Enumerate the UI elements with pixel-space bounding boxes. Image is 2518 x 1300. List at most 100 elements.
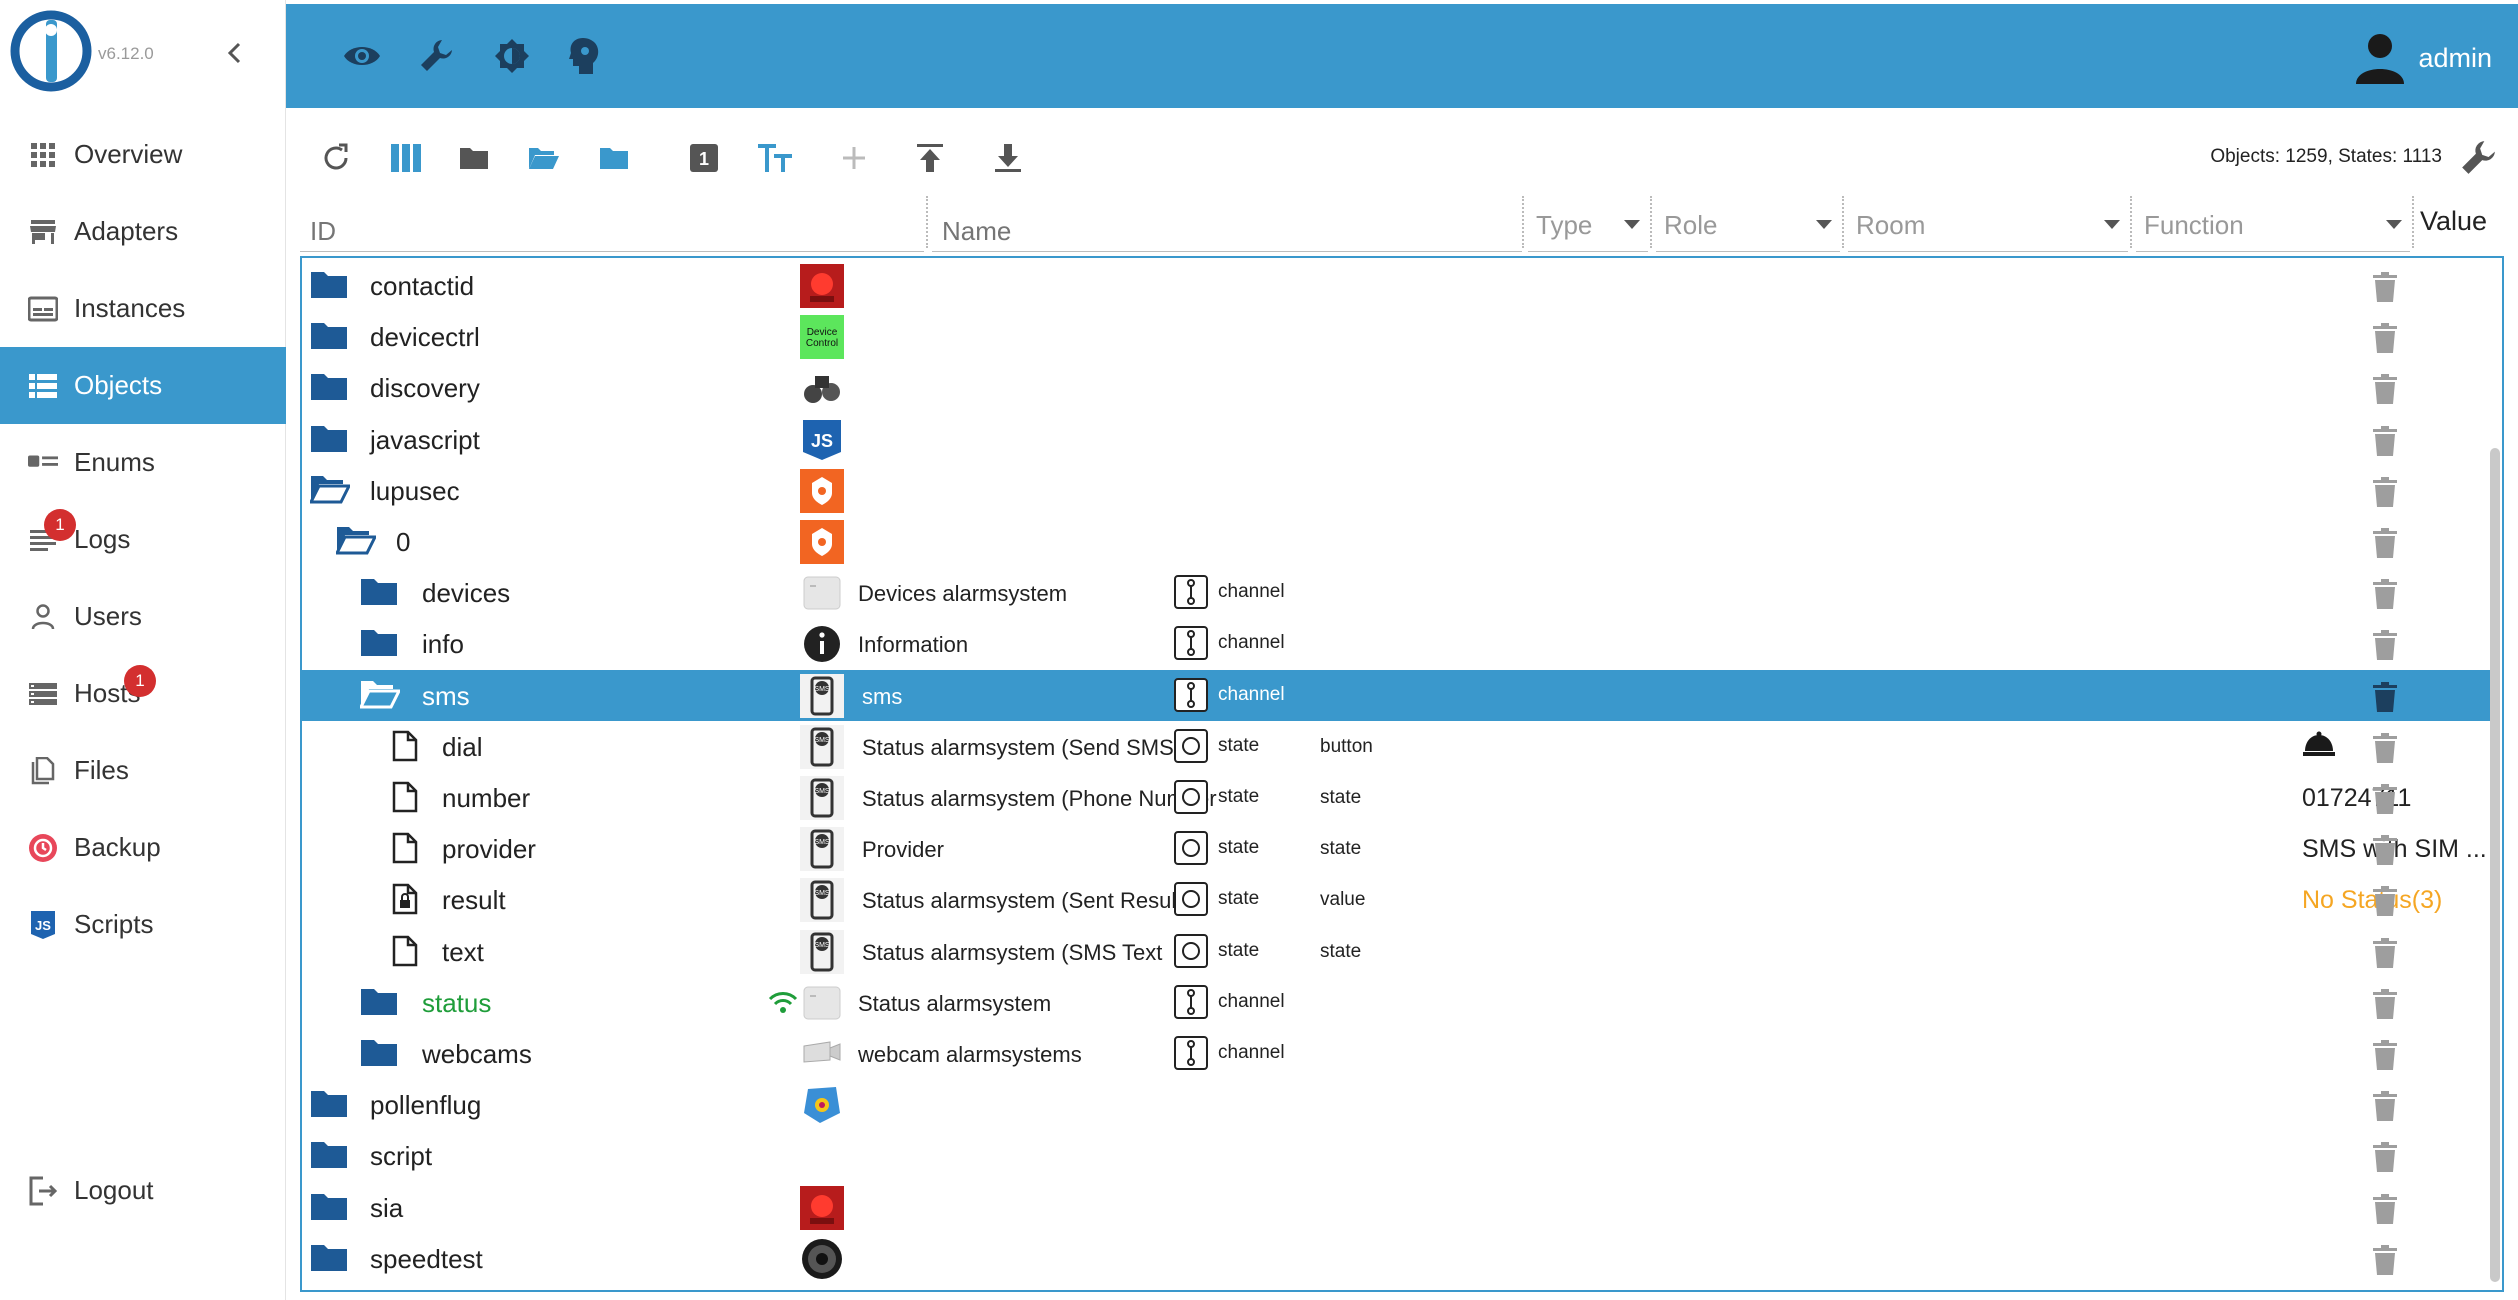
column-resize-handle[interactable]: [926, 196, 928, 248]
object-name[interactable]: Status alarmsystem: [858, 991, 1051, 1017]
tree-row[interactable]: status Status alarmsystem channel: [302, 977, 2500, 1028]
function-filter-select[interactable]: Function: [2136, 196, 2410, 252]
collapse-all-button[interactable]: [594, 138, 634, 178]
tree-row[interactable]: result SMS Status alarmsystem (Sent Result…: [302, 874, 2500, 925]
refresh-button[interactable]: [316, 138, 356, 178]
name-filter-input[interactable]: [932, 196, 1522, 252]
delete-icon[interactable]: [2372, 784, 2398, 814]
tree-row[interactable]: devicectrl Device Control: [302, 311, 2500, 362]
folder-icon[interactable]: [310, 423, 348, 455]
folder-button[interactable]: [454, 138, 494, 178]
column-resize-handle[interactable]: [2412, 196, 2414, 248]
delete-icon[interactable]: [2372, 425, 2398, 456]
folder-open-icon[interactable]: [308, 474, 352, 506]
eye-icon[interactable]: [342, 36, 382, 76]
tree-row[interactable]: script: [302, 1130, 2500, 1181]
object-name[interactable]: Status alarmsystem (Sent Result: [862, 888, 1182, 914]
file-icon[interactable]: [392, 832, 430, 864]
column-resize-handle[interactable]: [1650, 196, 1652, 248]
text-size-button[interactable]: [756, 138, 796, 178]
folder-icon[interactable]: [310, 1191, 348, 1223]
sidebar-item-files[interactable]: Files: [0, 732, 286, 809]
column-resize-handle[interactable]: [1842, 196, 1844, 248]
tree-row[interactable]: number SMS Status alarmsystem (Phone Numbe…: [302, 772, 2500, 823]
tree-row[interactable]: lupusec: [302, 465, 2500, 516]
tree-row[interactable]: discovery: [302, 362, 2500, 413]
logout-button[interactable]: Logout: [0, 1152, 286, 1229]
sidebar-item-scripts[interactable]: JS Scripts: [0, 886, 286, 963]
theme-brightness-icon[interactable]: [492, 36, 532, 76]
folder-icon[interactable]: [310, 1139, 348, 1171]
delete-icon[interactable]: [2372, 579, 2398, 610]
room-filter-select[interactable]: Room: [1848, 196, 2128, 252]
role-filter-select[interactable]: Role: [1656, 196, 1840, 252]
delete-icon[interactable]: [2372, 886, 2398, 917]
bell-icon[interactable]: [2302, 731, 2336, 761]
sidebar-item-overview[interactable]: Overview: [0, 116, 286, 193]
collapse-sidebar-button[interactable]: [222, 40, 248, 66]
folder-open-icon[interactable]: [334, 525, 378, 557]
file-lock-icon[interactable]: [392, 883, 430, 915]
add-object-button[interactable]: [834, 138, 874, 178]
delete-icon[interactable]: [2372, 937, 2398, 968]
sidebar-item-logs[interactable]: Logs 1: [0, 501, 286, 578]
folder-icon[interactable]: [310, 269, 348, 301]
delete-icon[interactable]: [2372, 1244, 2398, 1275]
sidebar-item-backup[interactable]: Backup: [0, 809, 286, 886]
delete-icon[interactable]: [2372, 835, 2398, 866]
expand-all-button[interactable]: [524, 138, 564, 178]
delete-icon[interactable]: [2372, 1040, 2398, 1070]
tree-row[interactable]: text SMS Status alarmsystem (SMS Text state…: [302, 926, 2500, 977]
expert-mode-head-icon[interactable]: [564, 36, 604, 76]
delete-icon[interactable]: [2372, 732, 2398, 763]
table-settings-button[interactable]: [2456, 136, 2500, 180]
folder-open-icon[interactable]: [358, 679, 402, 711]
delete-icon[interactable]: [2372, 374, 2398, 405]
object-name[interactable]: Devices alarmsystem: [858, 581, 1067, 607]
tree-row[interactable]: devices Devices alarmsystem channel: [302, 567, 2500, 618]
delete-icon[interactable]: [2372, 528, 2398, 558]
sidebar-item-hosts[interactable]: Hosts 1: [0, 655, 286, 732]
delete-icon[interactable]: [2372, 988, 2398, 1019]
type-filter-select[interactable]: Type: [1528, 196, 1648, 252]
tree-row[interactable]: providerSMSProviderstatestateSMS with SI…: [302, 823, 2500, 874]
folder-icon[interactable]: [310, 320, 348, 352]
object-name[interactable]: sms: [862, 684, 902, 710]
tree-row[interactable]: sms SMS sms channel: [302, 669, 2500, 721]
folder-icon[interactable]: [310, 1088, 348, 1120]
iobroker-logo[interactable]: [10, 10, 92, 92]
delete-icon[interactable]: [2372, 272, 2398, 302]
tree-row[interactable]: sia: [302, 1182, 2500, 1233]
sidebar-item-users[interactable]: Users: [0, 578, 286, 655]
delete-icon[interactable]: [2372, 681, 2398, 712]
wrench-icon[interactable]: [416, 36, 456, 76]
tree-row[interactable]: contactid: [302, 260, 2500, 311]
folder-icon[interactable]: [310, 1242, 348, 1274]
folder-icon[interactable]: [360, 986, 398, 1018]
object-name[interactable]: Information: [858, 632, 968, 658]
user-menu[interactable]: admin: [2352, 30, 2492, 86]
sidebar-item-adapters[interactable]: Adapters: [0, 193, 286, 270]
object-name[interactable]: Status alarmsystem (Phone Number: [862, 786, 1217, 812]
object-name[interactable]: Status alarmsystem (SMS Text: [862, 940, 1162, 966]
sidebar-item-enums[interactable]: Enums: [0, 424, 286, 501]
file-icon[interactable]: [392, 781, 430, 813]
tree-row[interactable]: javascript JS: [302, 414, 2500, 465]
object-name[interactable]: Provider: [862, 837, 944, 863]
folder-icon[interactable]: [310, 371, 348, 403]
sidebar-item-instances[interactable]: Instances: [0, 270, 286, 347]
tree-row[interactable]: pollenflug: [302, 1079, 2500, 1130]
delete-icon[interactable]: [2372, 1091, 2398, 1122]
expand-level-button[interactable]: 1: [684, 138, 724, 178]
delete-icon[interactable]: [2372, 1193, 2398, 1224]
column-resize-handle[interactable]: [1522, 196, 1524, 248]
folder-icon[interactable]: [360, 576, 398, 608]
delete-icon[interactable]: [2372, 630, 2398, 661]
column-resize-handle[interactable]: [2130, 196, 2132, 248]
tree-row[interactable]: webcams webcam alarmsystems channel: [302, 1028, 2500, 1079]
sidebar-item-objects[interactable]: Objects: [0, 347, 286, 424]
file-icon[interactable]: [392, 935, 430, 967]
object-name[interactable]: Status alarmsystem (Send SMS: [862, 735, 1174, 761]
upload-button[interactable]: [910, 138, 950, 178]
tree-row[interactable]: speedtest: [302, 1233, 2500, 1284]
